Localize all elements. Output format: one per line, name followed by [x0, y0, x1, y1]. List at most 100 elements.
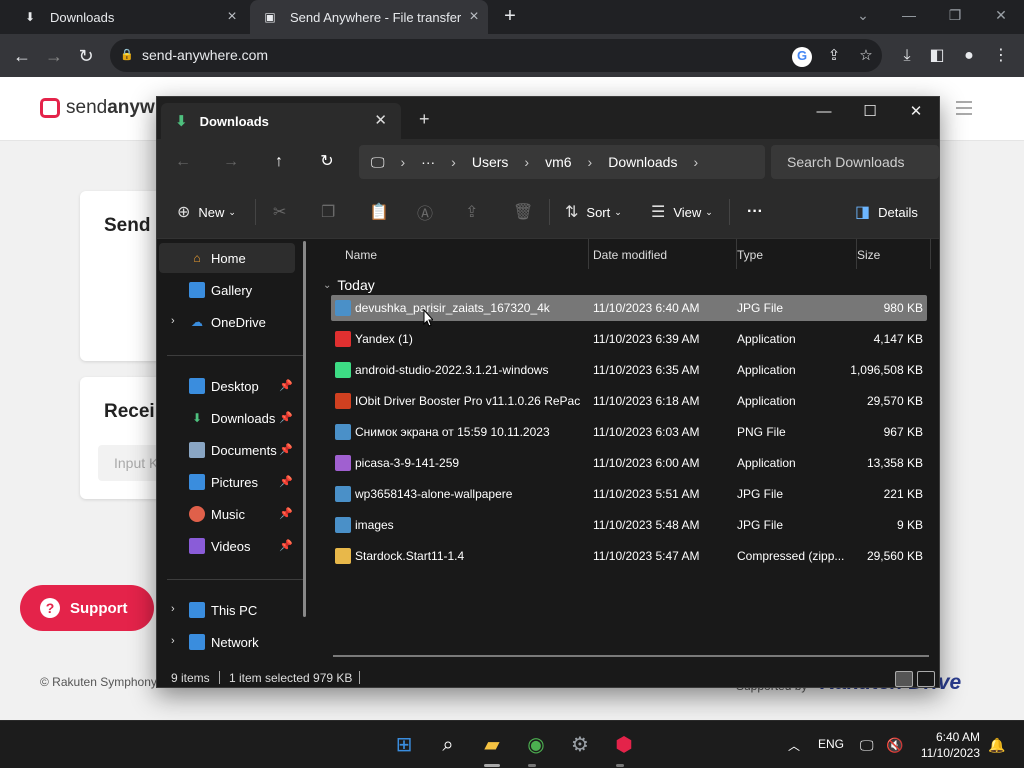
nav-scrollbar[interactable]: [303, 241, 306, 617]
group-label: Today: [337, 277, 375, 293]
chevron-right-icon[interactable]: ›: [171, 635, 175, 647]
column-header-size[interactable]: Size: [857, 239, 931, 269]
table-row[interactable]: Снимок экрана от 15:59 10.11.2023 11/10/2…: [331, 419, 927, 445]
column-header-date[interactable]: Date modified: [593, 239, 737, 269]
monitor-icon[interactable]: 🖵: [371, 154, 385, 171]
menu-kebab-icon[interactable]: ⋮: [990, 45, 1012, 67]
table-row[interactable]: Yandex (1) 11/10/2023 6:39 AM Application 4…: [331, 326, 927, 352]
restore-icon[interactable]: ❐: [932, 0, 978, 34]
table-row[interactable]: images 11/10/2023 5:48 AM JPG File 9 KB: [331, 512, 927, 538]
network-icon: [189, 634, 205, 650]
back-arrow-icon[interactable]: ←: [171, 151, 195, 173]
explorer-tab-downloads[interactable]: ⬇ Downloads ✕: [161, 103, 401, 139]
settings-gear-icon[interactable]: ⚙: [566, 731, 594, 759]
maximize-icon[interactable]: ☐: [847, 99, 893, 125]
chevron-right-icon[interactable]: ›: [171, 315, 175, 327]
bookmark-star-icon[interactable]: ☆: [856, 47, 876, 67]
search-icon[interactable]: ⌕: [434, 731, 462, 759]
details-view-icon[interactable]: [895, 671, 913, 687]
hamburger-menu-icon[interactable]: [956, 101, 972, 115]
mute-icon[interactable]: 🔇: [886, 737, 903, 754]
browser-tab-send-anywhere[interactable]: ▣ Send Anywhere - File transfer ×: [250, 0, 488, 34]
close-window-icon[interactable]: ✕: [893, 99, 939, 125]
windows-start-icon[interactable]: ⊞: [390, 731, 418, 759]
paste-button[interactable]: 📋: [369, 201, 397, 223]
sidebar-item-desktop[interactable]: Desktop 📌: [159, 371, 295, 401]
tab-search-icon[interactable]: ⌄: [840, 0, 886, 34]
address-bar[interactable]: 🔒 send-anywhere.com G ⇪ ☆: [110, 39, 882, 72]
share-button[interactable]: ⇪: [465, 201, 486, 223]
new-tab-button[interactable]: +: [498, 5, 522, 29]
search-input[interactable]: Search Downloads: [771, 145, 939, 179]
minimize-icon[interactable]: —: [886, 0, 932, 34]
app-icon[interactable]: ⬢: [610, 731, 638, 759]
table-row[interactable]: picasa-3-9-141-259 11/10/2023 6:00 AM Appl…: [331, 450, 927, 476]
tiles-view-icon[interactable]: [917, 671, 935, 687]
share-icon[interactable]: ⇪: [824, 47, 844, 67]
sidebar-item-gallery[interactable]: Gallery: [159, 275, 295, 305]
language-indicator[interactable]: ENG: [818, 737, 844, 751]
notification-bell-icon[interactable]: 🔔: [988, 737, 1005, 754]
close-window-icon[interactable]: ✕: [978, 0, 1024, 34]
chevron-right-icon[interactable]: ›: [693, 154, 698, 170]
file-explorer-icon[interactable]: ▰: [478, 731, 506, 759]
reload-icon[interactable]: ↻: [72, 42, 100, 70]
more-options-button[interactable]: ···: [747, 201, 763, 223]
display-icon[interactable]: 🖵: [860, 737, 874, 754]
profile-icon[interactable]: ●: [958, 45, 980, 67]
table-row[interactable]: Stardock.Start11-1.4 11/10/2023 5:47 AM Co…: [331, 543, 927, 569]
side-panel-icon[interactable]: ◧: [926, 45, 948, 67]
refresh-icon[interactable]: ↻: [315, 151, 339, 173]
sidebar-item-home[interactable]: ⌂ Home: [159, 243, 295, 273]
copy-button[interactable]: ❐: [321, 201, 343, 223]
close-tab-icon[interactable]: ×: [224, 9, 240, 25]
sort-button[interactable]: ⇅ Sort ⌄: [565, 201, 622, 223]
downloads-icon[interactable]: ⤓: [896, 45, 918, 67]
sidebar-item-documents[interactable]: Documents 📌: [159, 435, 295, 465]
breadcrumb-users[interactable]: Users: [472, 154, 509, 170]
sidebar-item-onedrive[interactable]: › ☁ OneDrive: [159, 307, 295, 337]
support-button[interactable]: ? Support: [20, 585, 154, 631]
sidebar-item-this-pc[interactable]: › This PC: [159, 595, 295, 625]
explorer-new-tab-button[interactable]: +: [419, 109, 430, 130]
table-row[interactable]: android-studio-2022.3.1.21-windows 11/10/…: [331, 357, 927, 383]
breadcrumb-downloads[interactable]: Downloads: [608, 154, 677, 170]
chevron-down-icon: ⌄: [614, 206, 622, 217]
back-arrow-icon[interactable]: ←: [8, 42, 36, 70]
sidebar-item-downloads[interactable]: ⬇ Downloads 📌: [159, 403, 295, 433]
sidebar-item-pictures[interactable]: Pictures 📌: [159, 467, 295, 497]
up-arrow-icon[interactable]: ↑: [267, 151, 291, 173]
chevron-right-icon[interactable]: ›: [171, 603, 175, 615]
table-row[interactable]: wp3658143-alone-wallpapere 11/10/2023 5:5…: [331, 481, 927, 507]
chrome-icon[interactable]: ◉: [522, 731, 550, 759]
column-header-name[interactable]: Name: [345, 239, 589, 269]
column-header-type[interactable]: Type: [737, 239, 857, 269]
horizontal-scrollbar[interactable]: [333, 655, 929, 657]
breadcrumb[interactable]: 🖵 › ··· › Users › vm6 › Downloads ›: [359, 145, 765, 179]
clock[interactable]: 6:40 AM 11/10/2023: [918, 729, 980, 761]
close-tab-icon[interactable]: ✕: [374, 111, 387, 129]
breadcrumb-more[interactable]: ···: [421, 154, 435, 170]
browser-tab-downloads[interactable]: ⬇ Downloads ×: [8, 0, 246, 34]
image-file-icon: [335, 517, 351, 533]
table-row[interactable]: devushka_parisir_zaiats_167320_4k 11/10/2…: [331, 295, 927, 321]
breadcrumb-vm6[interactable]: vm6: [545, 154, 571, 170]
minimize-icon[interactable]: —: [801, 99, 847, 125]
sidebar-item-music[interactable]: Music 📌: [159, 499, 295, 529]
sidebar-item-videos[interactable]: Videos 📌: [159, 531, 295, 561]
cut-button[interactable]: ✂: [273, 201, 294, 223]
rename-button[interactable]: Ⓐ: [417, 201, 441, 223]
forward-arrow-icon[interactable]: →: [40, 42, 68, 70]
google-icon[interactable]: G: [792, 47, 812, 67]
details-button[interactable]: ◨ Details: [855, 201, 918, 223]
forward-arrow-icon[interactable]: →: [219, 151, 243, 173]
chevron-up-icon[interactable]: ︿: [788, 737, 800, 754]
sidebar-item-network[interactable]: › Network: [159, 627, 295, 657]
group-header-today[interactable]: ⌄ Today: [323, 277, 375, 293]
table-row[interactable]: IObit Driver Booster Pro v11.1.0.26 RePa…: [331, 388, 927, 414]
view-button[interactable]: ☰ View ⌄: [651, 201, 713, 223]
new-button[interactable]: ⊕ New ⌄: [177, 201, 236, 223]
close-tab-icon[interactable]: ×: [466, 9, 482, 25]
support-label: Support: [70, 599, 128, 617]
delete-button[interactable]: 🗑: [513, 201, 541, 223]
